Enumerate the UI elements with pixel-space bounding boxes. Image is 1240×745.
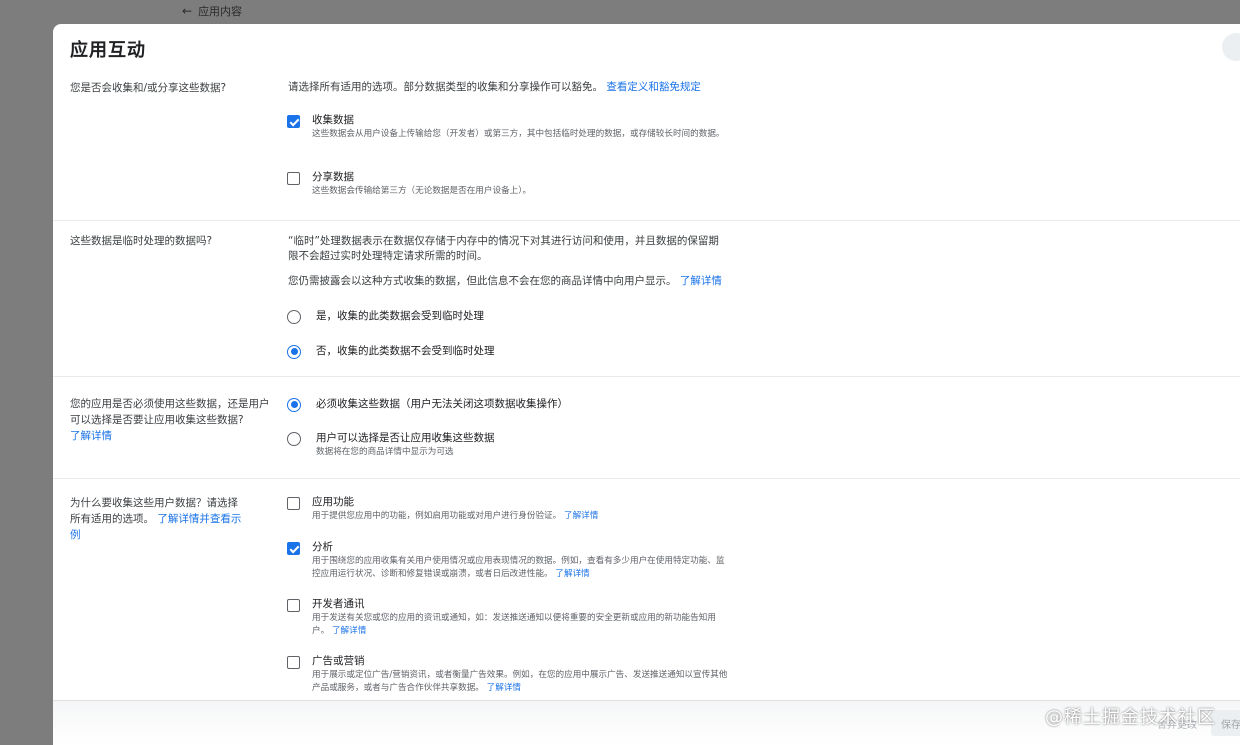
- option-advertising-marketing[interactable]: 广告或营销 用于展示或定位广告/营销资讯，或者衡量广告效果。例如，在您的应用中展…: [287, 654, 732, 695]
- option-collect-data[interactable]: 收集数据 这些数据会从用户设备上传输给您（开发者）或第三方，其中包括临时处理的数…: [287, 113, 732, 141]
- q1-intro: 请选择所有适用的选项。部分数据类型的收集和分享操作可以豁免。 查看定义和豁免规定: [288, 80, 733, 95]
- ephemeral-yes-radio[interactable]: [287, 309, 301, 324]
- divider: [53, 220, 1240, 221]
- back-link-label: 应用内容: [198, 5, 243, 18]
- option-desc-text: 用于围绕您的应用收集有关用户使用情况或应用表现情况的数据。例如，查看有多少用户在…: [312, 556, 725, 579]
- option-desc-text: 用于发送有关您或您的应用的资讯或通知，如：发送推送通知以便将重要的安全更新或应用…: [312, 613, 716, 636]
- q2-para1: “临时”处理数据表示在数据仅存储于内存中的情况下对其进行访问和使用，并且数据的保…: [288, 235, 719, 262]
- option-desc-text: 用于提供您应用中的功能，例如启用功能或对用户进行身份验证。: [312, 511, 562, 521]
- watermark: @稀土掘金技术社区: [1045, 707, 1216, 728]
- arrow-left-icon: ←: [182, 4, 193, 18]
- question-text: 您的应用是否必须使用这些数据，还是用户可以选择是否要让应用收集这些数据?: [70, 398, 270, 426]
- collect-data-checkbox[interactable]: [287, 115, 300, 128]
- q1-intro-text: 请选择所有适用的选项。部分数据类型的收集和分享操作可以豁免。: [288, 81, 603, 93]
- option-label: 否，收集的此类数据不会受到临时处理: [316, 345, 495, 357]
- dialog-title: 应用互动: [70, 40, 146, 61]
- option-app-functionality[interactable]: 应用功能 用于提供您应用中的功能，例如启用功能或对用户进行身份验证。 了解详情: [287, 495, 732, 523]
- divider: [53, 376, 1240, 377]
- option-analytics[interactable]: 分析 用于围绕您的应用收集有关用户使用情况或应用表现情况的数据。例如，查看有多少…: [287, 540, 732, 581]
- option-desc: 这些数据会传输给第三方（无论数据是否在用户设备上）。: [312, 186, 532, 196]
- learn-more-link[interactable]: 了解详情: [564, 511, 598, 521]
- option-ephemeral-yes[interactable]: 是，收集的此类数据会受到临时处理: [287, 309, 484, 324]
- definitions-exemptions-link[interactable]: 查看定义和豁免规定: [606, 81, 701, 93]
- learn-more-link[interactable]: 了解详情: [332, 626, 366, 636]
- option-required[interactable]: 必须收集这些数据（用户无法关闭这项数据收集操作）: [287, 397, 568, 412]
- optional-radio[interactable]: [287, 432, 301, 446]
- ephemeral-no-radio[interactable]: [287, 344, 301, 359]
- question-purpose: 为什么要收集这些用户数据？请选择所有适用的选项。 了解详情并查看示例: [70, 495, 245, 543]
- option-ephemeral-no[interactable]: 否，收集的此类数据不会受到临时处理: [287, 344, 495, 359]
- option-desc: 用于发送有关您或您的应用的资讯或通知，如：发送推送通知以便将重要的安全更新或应用…: [312, 612, 732, 638]
- option-label: 开发者通讯: [312, 598, 365, 610]
- app-functionality-checkbox[interactable]: [287, 497, 300, 510]
- learn-more-link[interactable]: 了解详情: [487, 683, 521, 693]
- option-share-data[interactable]: 分享数据 这些数据会传输给第三方（无论数据是否在用户设备上）。: [287, 170, 732, 198]
- option-label: 分享数据: [312, 171, 354, 183]
- option-desc: 用于围绕您的应用收集有关用户使用情况或应用表现情况的数据。例如，查看有多少用户在…: [312, 555, 732, 581]
- app-interaction-dialog: 应用互动 您是否会收集和/或分享这些数据? 请选择所有适用的选项。部分数据类型的…: [53, 24, 1240, 745]
- advertising-marketing-checkbox[interactable]: [287, 656, 300, 669]
- required-radio[interactable]: [287, 397, 301, 412]
- option-label: 广告或营销: [312, 655, 365, 667]
- option-label: 是，收集的此类数据会受到临时处理: [316, 310, 484, 322]
- learn-more-link[interactable]: 了解详情: [680, 275, 722, 287]
- option-label: 用户可以选择是否让应用收集这些数据: [316, 432, 495, 444]
- question-ephemeral: 这些数据是临时处理的数据吗?: [70, 235, 213, 247]
- learn-more-link[interactable]: 了解详情: [70, 428, 270, 444]
- learn-more-link[interactable]: 了解详情: [555, 569, 589, 579]
- option-desc: 这些数据会从用户设备上传输给您（开发者）或第三方，其中包括临时处理的数据，或存储…: [312, 129, 725, 139]
- option-label: 收集数据: [312, 114, 354, 126]
- back-link[interactable]: ← 应用内容: [182, 3, 242, 19]
- option-desc: 数据将在您的商品详情中显示为可选: [316, 447, 454, 457]
- divider: [53, 478, 1240, 479]
- option-label: 分析: [312, 541, 333, 553]
- analytics-checkbox[interactable]: [287, 542, 300, 555]
- option-label: 必须收集这些数据（用户无法关闭这项数据收集操作）: [316, 398, 568, 410]
- option-desc: 用于提供您应用中的功能，例如启用功能或对用户进行身份验证。 了解详情: [312, 510, 732, 523]
- developer-communications-checkbox[interactable]: [287, 599, 300, 612]
- q2-para2: 您仍需披露会以这种方式收集的数据，但此信息不会在您的商品详情中向用户显示。 了解…: [288, 274, 733, 289]
- close-button[interactable]: [1222, 33, 1240, 61]
- option-label: 应用功能: [312, 496, 354, 508]
- question-required-optional: 您的应用是否必须使用这些数据，还是用户可以选择是否要让应用收集这些数据? 了解详…: [70, 396, 270, 444]
- question-collect-share: 您是否会收集和/或分享这些数据?: [70, 82, 227, 94]
- share-data-checkbox[interactable]: [287, 172, 300, 185]
- option-desc: 用于展示或定位广告/营销资讯，或者衡量广告效果。例如，在您的应用中展示广告、发送…: [312, 669, 732, 695]
- q2-para2-text: 您仍需披露会以这种方式收集的数据，但此信息不会在您的商品详情中向用户显示。: [288, 275, 677, 287]
- option-developer-communications[interactable]: 开发者通讯 用于发送有关您或您的应用的资讯或通知，如：发送推送通知以便将重要的安…: [287, 597, 732, 638]
- option-optional[interactable]: 用户可以选择是否让应用收集这些数据 数据将在您的商品详情中显示为可选: [287, 431, 736, 459]
